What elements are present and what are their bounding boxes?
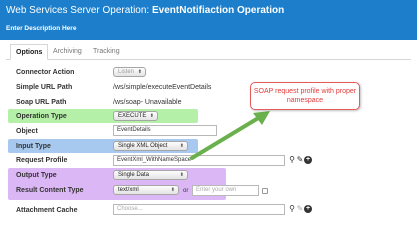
annotation-arrow <box>190 111 270 160</box>
arrow-shaft <box>190 115 262 160</box>
annotation-callout: SOAP request profile with proper namespa… <box>250 82 360 110</box>
